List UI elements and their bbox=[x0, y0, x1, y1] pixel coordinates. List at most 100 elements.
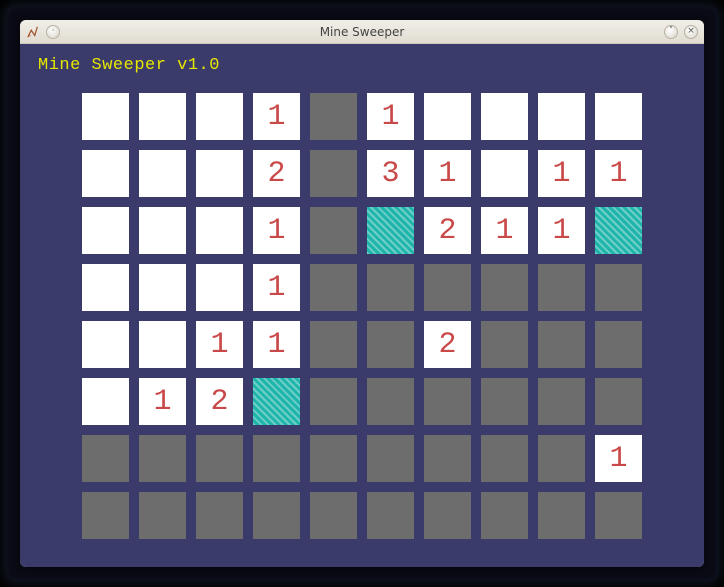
cell-3-7[interactable] bbox=[481, 264, 528, 311]
game-area: Mine Sweeper v1.0 112311112111112121 bbox=[20, 44, 704, 567]
desktop-background: · Mine Sweeper ˅ × Mine Sweeper v1.0 112… bbox=[6, 6, 718, 581]
cell-6-0[interactable] bbox=[82, 435, 129, 482]
cell-7-0[interactable] bbox=[82, 492, 129, 539]
cell-5-4[interactable] bbox=[310, 378, 357, 425]
cell-0-6[interactable] bbox=[424, 93, 471, 140]
cell-7-4[interactable] bbox=[310, 492, 357, 539]
board-row: 11 2 bbox=[82, 321, 642, 368]
cell-5-0[interactable] bbox=[82, 378, 129, 425]
minimize-glyph: · bbox=[52, 27, 55, 36]
cell-4-3[interactable]: 1 bbox=[253, 321, 300, 368]
close-button[interactable]: × bbox=[684, 25, 698, 39]
cell-7-5[interactable] bbox=[367, 492, 414, 539]
cell-5-6[interactable] bbox=[424, 378, 471, 425]
cell-7-6[interactable] bbox=[424, 492, 471, 539]
cell-3-0[interactable] bbox=[82, 264, 129, 311]
cell-2-2[interactable] bbox=[196, 207, 243, 254]
cell-6-8[interactable] bbox=[538, 435, 585, 482]
close-glyph: × bbox=[687, 27, 695, 36]
cell-6-9[interactable]: 1 bbox=[595, 435, 642, 482]
cell-5-7[interactable] bbox=[481, 378, 528, 425]
cell-4-9[interactable] bbox=[595, 321, 642, 368]
cell-1-6[interactable]: 1 bbox=[424, 150, 471, 197]
cell-1-2[interactable] bbox=[196, 150, 243, 197]
cell-6-4[interactable] bbox=[310, 435, 357, 482]
maximize-button[interactable]: ˅ bbox=[664, 25, 678, 39]
cell-6-6[interactable] bbox=[424, 435, 471, 482]
cell-2-5-flag-icon[interactable] bbox=[367, 207, 414, 254]
cell-0-3[interactable]: 1 bbox=[253, 93, 300, 140]
cell-2-9-flag-icon[interactable] bbox=[595, 207, 642, 254]
board-row: 23111 bbox=[82, 150, 642, 197]
cell-7-3[interactable] bbox=[253, 492, 300, 539]
titlebar[interactable]: · Mine Sweeper ˅ × bbox=[20, 20, 704, 44]
cell-0-9[interactable] bbox=[595, 93, 642, 140]
cell-4-0[interactable] bbox=[82, 321, 129, 368]
board-row: 11 bbox=[82, 93, 642, 140]
cell-0-0[interactable] bbox=[82, 93, 129, 140]
cell-1-4[interactable] bbox=[310, 150, 357, 197]
cell-2-4[interactable] bbox=[310, 207, 357, 254]
minimize-button[interactable]: · bbox=[46, 25, 60, 39]
cell-5-8[interactable] bbox=[538, 378, 585, 425]
cell-4-7[interactable] bbox=[481, 321, 528, 368]
cell-0-1[interactable] bbox=[139, 93, 186, 140]
cell-2-7[interactable]: 1 bbox=[481, 207, 528, 254]
cell-5-5[interactable] bbox=[367, 378, 414, 425]
game-title: Mine Sweeper v1.0 bbox=[38, 56, 686, 75]
cell-4-8[interactable] bbox=[538, 321, 585, 368]
cell-1-0[interactable] bbox=[82, 150, 129, 197]
cell-3-1[interactable] bbox=[139, 264, 186, 311]
cell-1-1[interactable] bbox=[139, 150, 186, 197]
board-row bbox=[82, 492, 642, 539]
cell-0-2[interactable] bbox=[196, 93, 243, 140]
app-window: · Mine Sweeper ˅ × Mine Sweeper v1.0 112… bbox=[20, 20, 704, 567]
cell-1-8[interactable]: 1 bbox=[538, 150, 585, 197]
cell-5-2[interactable]: 2 bbox=[196, 378, 243, 425]
cell-0-5[interactable]: 1 bbox=[367, 93, 414, 140]
cell-6-3[interactable] bbox=[253, 435, 300, 482]
cell-4-1[interactable] bbox=[139, 321, 186, 368]
cell-1-9[interactable]: 1 bbox=[595, 150, 642, 197]
cell-6-5[interactable] bbox=[367, 435, 414, 482]
cell-7-8[interactable] bbox=[538, 492, 585, 539]
cell-5-3-flag-icon[interactable] bbox=[253, 378, 300, 425]
cell-3-5[interactable] bbox=[367, 264, 414, 311]
cell-6-1[interactable] bbox=[139, 435, 186, 482]
cell-4-5[interactable] bbox=[367, 321, 414, 368]
cell-5-1[interactable]: 1 bbox=[139, 378, 186, 425]
board-row: 12 bbox=[82, 378, 642, 425]
maximize-glyph: ˅ bbox=[669, 27, 674, 36]
cell-5-9[interactable] bbox=[595, 378, 642, 425]
cell-7-9[interactable] bbox=[595, 492, 642, 539]
cell-1-7[interactable] bbox=[481, 150, 528, 197]
cell-3-8[interactable] bbox=[538, 264, 585, 311]
cell-3-2[interactable] bbox=[196, 264, 243, 311]
cell-3-3[interactable]: 1 bbox=[253, 264, 300, 311]
cell-2-0[interactable] bbox=[82, 207, 129, 254]
cell-1-3[interactable]: 2 bbox=[253, 150, 300, 197]
mine-board: 112311112111112121 bbox=[82, 93, 642, 539]
cell-2-1[interactable] bbox=[139, 207, 186, 254]
cell-6-7[interactable] bbox=[481, 435, 528, 482]
app-icon bbox=[26, 25, 40, 39]
cell-3-6[interactable] bbox=[424, 264, 471, 311]
cell-4-4[interactable] bbox=[310, 321, 357, 368]
board-row: 1 bbox=[82, 264, 642, 311]
cell-2-8[interactable]: 1 bbox=[538, 207, 585, 254]
cell-2-3[interactable]: 1 bbox=[253, 207, 300, 254]
cell-6-2[interactable] bbox=[196, 435, 243, 482]
cell-4-6[interactable]: 2 bbox=[424, 321, 471, 368]
cell-0-7[interactable] bbox=[481, 93, 528, 140]
cell-7-7[interactable] bbox=[481, 492, 528, 539]
cell-3-9[interactable] bbox=[595, 264, 642, 311]
cell-1-5[interactable]: 3 bbox=[367, 150, 414, 197]
cell-2-6[interactable]: 2 bbox=[424, 207, 471, 254]
cell-0-8[interactable] bbox=[538, 93, 585, 140]
cell-0-4[interactable] bbox=[310, 93, 357, 140]
cell-7-1[interactable] bbox=[139, 492, 186, 539]
window-title: Mine Sweeper bbox=[20, 25, 704, 39]
cell-3-4[interactable] bbox=[310, 264, 357, 311]
cell-4-2[interactable]: 1 bbox=[196, 321, 243, 368]
cell-7-2[interactable] bbox=[196, 492, 243, 539]
